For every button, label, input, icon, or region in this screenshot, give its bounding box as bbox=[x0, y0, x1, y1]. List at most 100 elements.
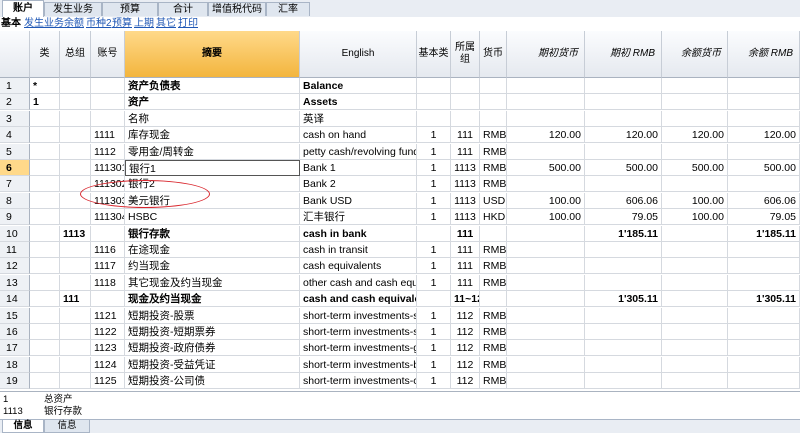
column-header-balance-rmb[interactable]: 余额 RMB bbox=[728, 31, 800, 78]
column-header-class[interactable]: 类 bbox=[30, 31, 60, 78]
english-cell[interactable]: short-term investments-short-term notes bbox=[300, 324, 417, 340]
basic-class-cell[interactable]: 1 bbox=[417, 192, 451, 209]
class-cell[interactable] bbox=[30, 110, 60, 127]
balance-currency-cell[interactable] bbox=[662, 373, 728, 390]
group-ref-cell[interactable]: 112 bbox=[451, 373, 480, 390]
group-cell[interactable]: 1113 bbox=[60, 225, 91, 242]
basic-class-cell[interactable] bbox=[417, 291, 451, 308]
english-cell[interactable]: 英译 bbox=[300, 110, 417, 127]
group-cell[interactable] bbox=[60, 209, 91, 226]
currency-cell[interactable]: USD bbox=[480, 192, 507, 209]
column-header-description[interactable]: 摘要 bbox=[125, 31, 300, 78]
opening-rmb-cell[interactable] bbox=[585, 324, 662, 340]
group-ref-cell[interactable]: 11~12 bbox=[451, 291, 480, 308]
account-cell[interactable]: 111304 bbox=[91, 209, 125, 226]
description-cell[interactable]: 资产负债表 bbox=[125, 78, 300, 94]
view-link-transactions[interactable]: 发生业务 bbox=[24, 17, 64, 31]
group-ref-cell[interactable]: 111 bbox=[451, 274, 480, 291]
balance-currency-cell[interactable] bbox=[662, 340, 728, 357]
currency-cell[interactable]: RMB bbox=[480, 307, 507, 324]
class-cell[interactable] bbox=[30, 258, 60, 275]
opening-currency-cell[interactable] bbox=[507, 340, 585, 357]
currency-cell[interactable]: RMB bbox=[480, 258, 507, 275]
opening-currency-cell[interactable] bbox=[507, 307, 585, 324]
opening-rmb-cell[interactable] bbox=[585, 258, 662, 275]
currency-cell[interactable]: RMB bbox=[480, 176, 507, 193]
opening-rmb-cell[interactable] bbox=[585, 176, 662, 193]
balance-currency-cell[interactable] bbox=[662, 274, 728, 291]
opening-rmb-cell[interactable]: 120.00 bbox=[585, 127, 662, 144]
class-cell[interactable] bbox=[30, 274, 60, 291]
opening-rmb-cell[interactable] bbox=[585, 94, 662, 111]
opening-rmb-cell[interactable]: 1'305.11 bbox=[585, 291, 662, 308]
opening-currency-cell[interactable] bbox=[507, 110, 585, 127]
description-cell[interactable]: 约当现金 bbox=[125, 258, 300, 275]
table-row[interactable]: 3 名称 英译 bbox=[0, 110, 800, 127]
view-link-currency2[interactable]: 币种2 bbox=[86, 17, 112, 31]
balance-rmb-cell[interactable] bbox=[728, 78, 800, 94]
opening-rmb-cell[interactable]: 1'185.11 bbox=[585, 225, 662, 242]
opening-currency-cell[interactable]: 120.00 bbox=[507, 127, 585, 144]
account-cell[interactable]: 111301 bbox=[91, 160, 125, 176]
group-ref-cell[interactable]: 1113 bbox=[451, 209, 480, 226]
table-row[interactable]: 14 111 现金及约当现金cash and cash equivalents 11~… bbox=[0, 291, 800, 308]
group-cell[interactable] bbox=[60, 78, 91, 94]
group-ref-cell[interactable]: 1113 bbox=[451, 160, 480, 176]
bottom-tab-info[interactable]: 信息 bbox=[2, 420, 44, 433]
account-cell[interactable]: 111302 bbox=[91, 176, 125, 193]
opening-rmb-cell[interactable] bbox=[585, 242, 662, 258]
basic-class-cell[interactable]: 1 bbox=[417, 307, 451, 324]
group-ref-cell[interactable]: 112 bbox=[451, 356, 480, 373]
description-cell[interactable]: 短期投资-短期票券 bbox=[125, 324, 300, 340]
currency-cell[interactable] bbox=[480, 225, 507, 242]
description-cell[interactable]: 其它现金及约当现金 bbox=[125, 274, 300, 291]
class-cell[interactable] bbox=[30, 307, 60, 324]
class-cell[interactable]: * bbox=[30, 78, 60, 94]
opening-rmb-cell[interactable] bbox=[585, 143, 662, 160]
class-cell[interactable] bbox=[30, 324, 60, 340]
class-cell[interactable] bbox=[30, 291, 60, 308]
balance-rmb-cell[interactable]: 500.00 bbox=[728, 160, 800, 176]
balance-currency-cell[interactable] bbox=[662, 176, 728, 193]
group-cell[interactable] bbox=[60, 324, 91, 340]
balance-rmb-cell[interactable] bbox=[728, 356, 800, 373]
description-cell[interactable]: 零用金/周转金 bbox=[125, 143, 300, 160]
tab-totals[interactable]: 合计 bbox=[158, 2, 208, 16]
balance-rmb-cell[interactable] bbox=[728, 340, 800, 357]
class-cell[interactable] bbox=[30, 176, 60, 193]
class-cell[interactable] bbox=[30, 340, 60, 357]
english-cell[interactable]: petty cash/revolving funds bbox=[300, 143, 417, 160]
basic-class-cell[interactable]: 1 bbox=[417, 356, 451, 373]
description-cell[interactable]: 银行1 bbox=[125, 160, 300, 176]
view-current[interactable]: 基本 bbox=[1, 17, 21, 31]
balance-rmb-cell[interactable]: 606.06 bbox=[728, 192, 800, 209]
currency-cell[interactable]: RMB bbox=[480, 160, 507, 176]
basic-class-cell[interactable]: 1 bbox=[417, 143, 451, 160]
group-ref-cell[interactable]: 111 bbox=[451, 143, 480, 160]
group-ref-cell[interactable]: 1113 bbox=[451, 192, 480, 209]
opening-rmb-cell[interactable] bbox=[585, 340, 662, 357]
group-cell[interactable] bbox=[60, 110, 91, 127]
currency-cell[interactable]: RMB bbox=[480, 274, 507, 291]
group-ref-cell[interactable]: 111 bbox=[451, 258, 480, 275]
group-cell[interactable] bbox=[60, 176, 91, 193]
tab-exchange-rates[interactable]: 汇率 bbox=[266, 2, 310, 16]
group-cell[interactable] bbox=[60, 242, 91, 258]
opening-currency-cell[interactable] bbox=[507, 143, 585, 160]
english-cell[interactable]: short-term investments-government bonds bbox=[300, 340, 417, 357]
balance-currency-cell[interactable]: 100.00 bbox=[662, 209, 728, 226]
currency-cell[interactable]: RMB bbox=[480, 127, 507, 144]
view-link-budget[interactable]: 预算 bbox=[112, 17, 132, 31]
table-row[interactable]: 6 111301 银行1 Bank 1 1 1113 RMB 500.00 500.00 500.… bbox=[0, 160, 800, 176]
class-cell[interactable] bbox=[30, 160, 60, 176]
opening-currency-cell[interactable] bbox=[507, 373, 585, 390]
balance-currency-cell[interactable] bbox=[662, 225, 728, 242]
basic-class-cell[interactable] bbox=[417, 225, 451, 242]
class-cell[interactable] bbox=[30, 143, 60, 160]
group-cell[interactable] bbox=[60, 307, 91, 324]
account-cell[interactable]: 1111 bbox=[91, 127, 125, 144]
balance-rmb-cell[interactable] bbox=[728, 274, 800, 291]
class-cell[interactable] bbox=[30, 127, 60, 144]
view-link-previous[interactable]: 上期 bbox=[134, 17, 154, 31]
group-ref-cell[interactable]: 112 bbox=[451, 324, 480, 340]
